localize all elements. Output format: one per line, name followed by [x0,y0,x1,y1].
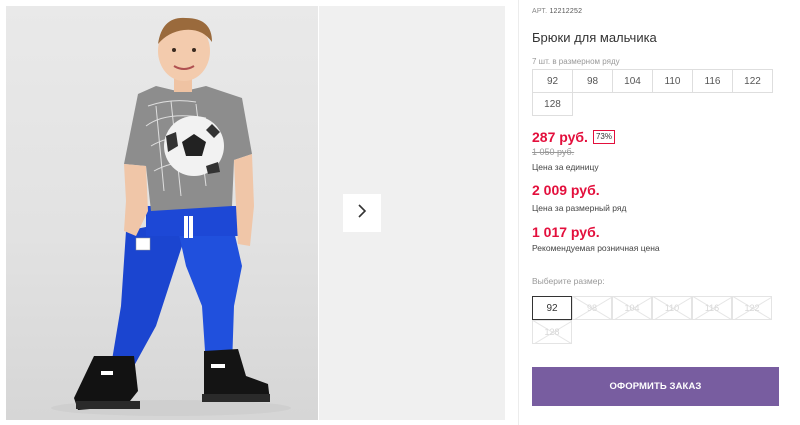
range-price-caption: Цена за размерный ряд [532,203,627,213]
gallery-next-button[interactable] [343,194,381,232]
size-option-98[interactable]: 98 [572,296,612,320]
size-option-104[interactable]: 104 [612,296,652,320]
unit-price-row: 287 руб. 73% [532,129,615,145]
size-range-cell: 116 [692,69,733,93]
size-option-122[interactable]: 122 [732,296,772,320]
discount-badge: 73% [592,130,615,144]
size-range-cell: 128 [532,92,573,116]
size-option-label: 116 [704,303,720,313]
product-title: Брюки для мальчика [532,30,657,45]
size-option-116[interactable]: 116 [692,296,732,320]
size-option-label: 98 [586,303,597,313]
size-range-cell: 110 [652,69,693,93]
range-price: 2 009 руб. [532,182,600,198]
unit-price-caption: Цена за единицу [532,162,599,172]
size-option-128[interactable]: 128 [532,320,572,344]
size-option-label: 128 [544,327,560,337]
size-option-label: 110 [664,303,680,313]
product-gallery [6,6,505,420]
size-selector: 92 98 104 110 116 122 128 [532,296,773,346]
size-range-cell: 98 [572,69,613,93]
checkout-button[interactable]: ОФОРМИТЬ ЗАКАЗ [532,367,779,406]
size-option-110[interactable]: 110 [652,296,692,320]
retail-price-caption: Рекомендуемая розничная цена [532,243,660,253]
retail-price: 1 017 руб. [532,224,600,240]
product-photo [6,6,318,420]
size-option-label: 92 [546,302,558,314]
size-option-label: 122 [744,303,760,313]
choose-size-label: Выберите размер: [532,276,605,286]
size-range-cell: 92 [532,69,573,93]
size-option-92[interactable]: 92 [532,296,572,320]
size-range-caption: 7 шт. в размерном ряду [532,57,620,66]
chevron-right-icon [355,203,369,223]
article-prefix: АРТ. [532,8,548,15]
size-option-label: 104 [624,303,640,313]
size-range-cell: 122 [732,69,773,93]
article-number: АРТ. 12212252 [532,8,582,15]
unit-price: 287 руб. [532,129,588,145]
old-price: 1 050 руб. [532,147,575,157]
size-range-cell: 104 [612,69,653,93]
article-value: 12212252 [549,8,583,15]
divider [518,0,519,425]
